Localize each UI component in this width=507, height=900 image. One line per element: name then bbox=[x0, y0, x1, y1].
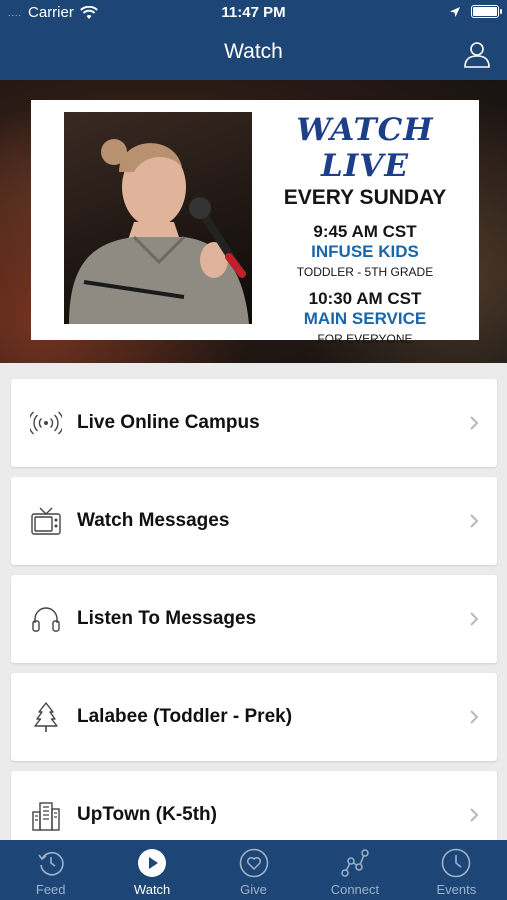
menu-item-listen-to-messages[interactable]: Listen To Messages bbox=[11, 575, 497, 663]
tab-give[interactable]: Give bbox=[203, 840, 304, 900]
service-2-audience: FOR EVERYONE bbox=[317, 332, 413, 346]
tab-bar: Feed Watch Give Connect Events bbox=[0, 840, 507, 900]
profile-icon[interactable] bbox=[463, 40, 491, 68]
location-arrow-icon bbox=[450, 6, 460, 17]
service-2-name: MAIN SERVICE bbox=[303, 309, 427, 328]
menu-item-label: Live Online Campus bbox=[77, 412, 260, 433]
status-bar: .... Carrier 11:47 PM bbox=[0, 0, 507, 28]
banner-subheadline: EVERY SUNDAY bbox=[283, 186, 447, 209]
tab-label: Watch bbox=[133, 882, 171, 897]
watch-live-banner[interactable]: WATCH LIVE EVERY SUNDAY 9:45 AM CST INFU… bbox=[0, 80, 507, 363]
banner-card: WATCH LIVE EVERY SUNDAY 9:45 AM CST INFU… bbox=[31, 100, 479, 346]
menu-item-label: Lalabee (Toddler - Prek) bbox=[77, 706, 293, 727]
navigation-bar: Watch bbox=[0, 28, 507, 80]
menu-item-label: Listen To Messages bbox=[77, 608, 257, 629]
play-icon bbox=[138, 849, 167, 877]
tab-label: Feed bbox=[35, 882, 66, 897]
page-title: Watch bbox=[224, 40, 283, 63]
service-1-time: 9:45 AM CST bbox=[313, 222, 417, 241]
chevron-right-icon bbox=[470, 710, 479, 724]
tab-label: Give bbox=[240, 882, 267, 897]
city-icon bbox=[29, 798, 63, 832]
tab-watch[interactable]: Watch bbox=[101, 840, 202, 900]
tab-label: Events bbox=[436, 882, 477, 897]
headphones-icon bbox=[29, 602, 63, 636]
status-time: 11:47 PM bbox=[221, 4, 286, 21]
chevron-right-icon bbox=[470, 514, 479, 528]
battery-icon bbox=[471, 5, 502, 18]
banner-headline: WATCH LIVE bbox=[296, 112, 434, 184]
tab-events[interactable]: Events bbox=[406, 840, 507, 900]
service-1-name: INFUSE KIDS bbox=[311, 242, 419, 261]
tab-connect[interactable]: Connect bbox=[304, 840, 405, 900]
tv-icon bbox=[29, 504, 63, 538]
service-2-time: 10:30 AM CST bbox=[308, 289, 422, 308]
menu-item-lalabee[interactable]: Lalabee (Toddler - Prek) bbox=[11, 673, 497, 761]
broadcast-icon bbox=[29, 406, 63, 440]
connect-icon bbox=[341, 849, 369, 877]
service-1-audience: TODDLER - 5TH GRADE bbox=[296, 265, 434, 279]
history-icon bbox=[38, 852, 64, 876]
tree-icon bbox=[29, 700, 63, 734]
chevron-right-icon bbox=[470, 416, 479, 430]
banner-text: WATCH LIVE EVERY SUNDAY 9:45 AM CST INFU… bbox=[259, 112, 471, 346]
tab-feed[interactable]: Feed bbox=[0, 840, 101, 900]
singer-photo bbox=[64, 112, 252, 324]
tab-label: Connect bbox=[330, 882, 380, 897]
menu-item-label: UpTown (K-5th) bbox=[77, 804, 217, 825]
heart-icon bbox=[239, 848, 268, 878]
menu-item-label: Watch Messages bbox=[77, 510, 230, 531]
chevron-right-icon bbox=[470, 808, 479, 822]
menu-item-watch-messages[interactable]: Watch Messages bbox=[11, 477, 497, 565]
clock-icon bbox=[442, 848, 471, 878]
menu-item-live-online-campus[interactable]: Live Online Campus bbox=[11, 379, 497, 467]
watch-menu-list: Live Online Campus Watch Messages Listen… bbox=[11, 379, 497, 869]
chevron-right-icon bbox=[470, 612, 479, 626]
